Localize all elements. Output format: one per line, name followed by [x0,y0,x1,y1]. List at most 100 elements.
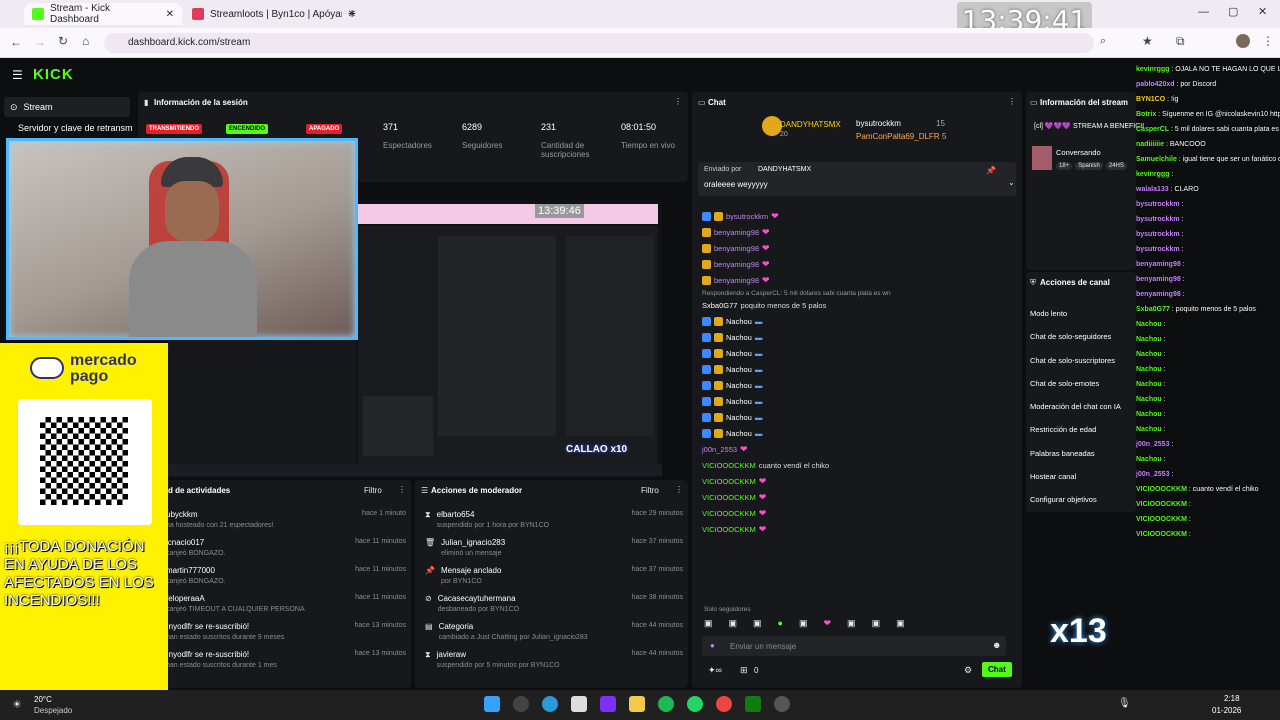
microphone-icon[interactable]: 🎙 [1118,698,1131,709]
close-icon[interactable]: ✕ [166,9,174,20]
filter-button[interactable]: Filtro [641,486,659,495]
chat-user[interactable]: Nachou [726,397,752,406]
server-key-label[interactable]: Servidor y clave de retransm [18,123,138,133]
overlay-chat-line: bysutrockkm : [1136,231,1184,238]
spotify-icon[interactable] [658,696,674,712]
obs-icon[interactable] [774,696,790,712]
more-icon[interactable]: ⋮ [675,485,683,494]
list-item: ⧗ javieraw suspendido por 5 minutos por BY… [425,650,683,678]
tab-streamloots[interactable]: Streamloots | Byn1co | Apóyame ✕ [184,3,364,25]
chat-user[interactable]: j00n_2553 [702,445,737,454]
settings-gear-icon[interactable]: ⚙ [964,665,972,676]
action-ai-moderation[interactable]: Moderación del chat con IA [1030,395,1136,418]
chat-icon: ▭ [698,98,706,107]
tag-list: 18+ Spanish 24HS [1056,162,1127,170]
overlay-chat-line: Nachou : [1136,336,1166,343]
edge-icon[interactable] [542,696,558,712]
chat-user[interactable]: VICIOOOCKKM [702,477,756,486]
chat-user[interactable]: VICIOOOCKKM [702,461,756,470]
chat-user[interactable]: benyaming98 [714,276,759,285]
new-tab-icon[interactable]: + [348,5,356,21]
search-icon[interactable] [513,696,529,712]
list-item: ¡nyodlfr se re-suscribió! han estado susc… [166,622,406,650]
overlay-chat-user: Nachou [1136,381,1162,388]
chat-user[interactable]: VICIOOOCKKM [702,525,756,534]
chat-user[interactable]: VICIOOOCKKM [702,509,756,518]
chrome-icon[interactable] [716,696,732,712]
overlay-chat-line: pablo420xd : por Discord [1136,81,1217,88]
overlay-chat-line: Nachou : [1136,456,1166,463]
chat-user[interactable]: Nachou [726,349,752,358]
more-icon[interactable]: ⋮ [1008,97,1016,106]
app-icon[interactable] [600,696,616,712]
emote-picker-icon[interactable]: ● [710,641,715,650]
window-close-icon[interactable]: ✕ [1258,5,1267,18]
action-followers-only[interactable]: Chat de solo-seguidores [1030,325,1136,348]
bookmark-star-icon[interactable]: ★ [1142,34,1153,48]
overlay-chat-user: Nachou [1136,351,1162,358]
chat-user[interactable]: benyaming98 [714,244,759,253]
whatsapp-icon[interactable] [687,696,703,712]
overlay-chat-line: j00n_2553 : [1136,471,1174,478]
back-icon[interactable]: ← [10,35,22,49]
emote-icon: ▣ [871,618,881,628]
pin-icon[interactable]: 📌 [986,166,996,175]
chat-user[interactable]: benyaming98 [714,260,759,269]
action-age-restriction[interactable]: Restricción de edad [1030,418,1136,441]
profile-avatar[interactable] [1236,34,1250,48]
category-name: Conversando [1056,148,1101,157]
channel-actions-list: Modo lento Chat de solo-seguidores Chat … [1030,302,1136,512]
hamburger-menu-icon[interactable]: ☰ [12,68,23,82]
chat-user[interactable]: Nachou [726,381,752,390]
chat-user[interactable]: Nachou [726,317,752,326]
url-field[interactable]: dashboard.kick.com/stream [104,33,1094,53]
weather-icon[interactable]: ☀ [12,698,22,711]
tab-kick-dashboard[interactable]: Stream - Kick Dashboard ✕ [24,3,182,25]
emoji-icon[interactable]: ☻ [992,640,1001,650]
action-slow-mode[interactable]: Modo lento [1030,302,1136,325]
chat-user[interactable]: Nachou [726,333,752,342]
followers-only-notice: Solo seguidores [704,606,751,613]
chat-user[interactable]: benyaming98 [714,228,759,237]
emote-bar[interactable]: ▣ ▣ ▣ ● ▣ ❤ ▣ ▣ ▣ [704,618,1010,632]
reload-icon[interactable]: ↻ [58,34,68,48]
action-host-channel[interactable]: Hostear canal [1030,465,1136,488]
file-explorer-icon[interactable] [629,696,645,712]
action-set-goals[interactable]: Configurar objetivos [1030,488,1136,511]
chat-user[interactable]: Nachou [726,413,752,422]
gift-icon[interactable]: ⊞ [740,665,748,676]
overlay-chat-line: Nachou : [1136,351,1166,358]
kick-logo[interactable]: KICK [33,66,74,83]
xbox-icon[interactable] [745,696,761,712]
more-icon[interactable]: ⋮ [674,97,682,106]
chat-user[interactable]: bysutrockkm [726,212,768,221]
more-icon[interactable]: ⋮ [398,485,406,494]
send-chat-button[interactable]: Chat [982,662,1012,677]
overlay-chat-user: Nachou [1136,456,1162,463]
store-icon[interactable] [571,696,587,712]
forward-icon[interactable]: → [34,35,46,49]
chat-user[interactable]: Nachou [726,429,752,438]
chat-user[interactable]: Sxba0G77 [702,301,737,310]
menu-dots-icon[interactable]: ⋮ [1262,34,1274,48]
chat-input[interactable]: ● Enviar un mensaje ☻ [702,636,1006,656]
sidebar-item-stream[interactable]: ⊙ Stream [4,97,130,117]
action-banned-words[interactable]: Palabras baneadas [1030,442,1136,465]
start-menu-icon[interactable] [484,696,500,712]
stat-value: 371 [383,122,399,132]
chat-user[interactable]: Nachou [726,365,752,374]
zoom-icon[interactable]: ⌕ [1100,35,1106,48]
chat-user[interactable]: VICIOOOCKKM [702,493,756,502]
home-icon[interactable]: ⌂ [82,34,89,48]
action-subscribers-only[interactable]: Chat de solo-suscriptores [1030,349,1136,372]
filter-button[interactable]: Filtro [364,486,382,495]
chevron-down-icon[interactable]: ⌄ [1008,178,1015,187]
maximize-icon[interactable]: ▢ [1228,5,1238,18]
pinned-message[interactable]: Enviado por DANDYHATSMX oraleeee weyyyyy… [698,162,1016,196]
minimize-icon[interactable]: — [1198,6,1209,18]
action-emotes-only[interactable]: Chat de solo-emotes [1030,372,1136,395]
chat-message: Nachou ▬ [702,409,1002,425]
overlay-chat-user: pablo420xd [1136,81,1175,88]
extensions-icon[interactable]: ⧉ [1176,34,1185,49]
points-icon[interactable]: ✦∞ [708,665,722,676]
